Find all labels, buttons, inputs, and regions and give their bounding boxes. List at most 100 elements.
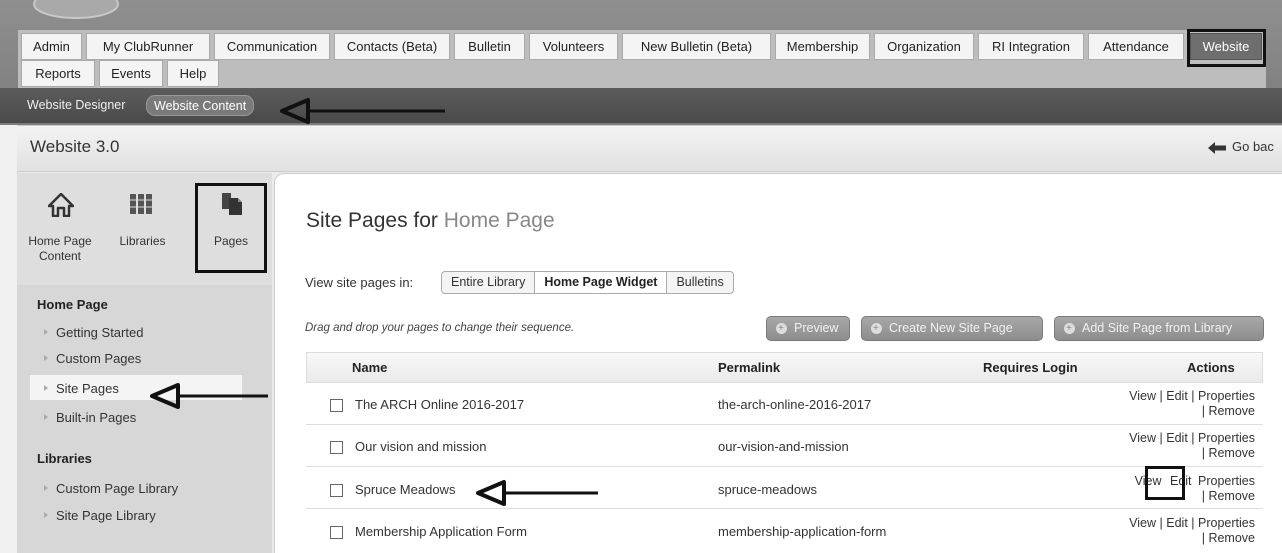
row-permalink: the-arch-online-2016-2017	[718, 397, 872, 412]
sidebar-section-libraries: Libraries	[37, 451, 92, 466]
row-checkbox[interactable]	[330, 526, 343, 539]
sidebar-item-site-pages[interactable]: Site Pages	[44, 381, 119, 396]
tab-my-clubrunner[interactable]: My ClubRunner	[86, 33, 210, 60]
remove-link[interactable]: Remove	[1208, 531, 1255, 545]
row-permalink: our-vision-and-mission	[718, 439, 849, 454]
annotation-arrow-icon	[476, 480, 598, 506]
action-separator: |	[1191, 431, 1195, 445]
triangle-icon	[44, 328, 48, 335]
tab-attendance[interactable]: Attendance	[1088, 33, 1184, 60]
tab-volunteers[interactable]: Volunteers	[529, 33, 618, 60]
view-link[interactable]: View	[1129, 389, 1156, 403]
remove-link[interactable]: Remove	[1208, 446, 1255, 460]
sidebar-item-libraries[interactable]: Libraries	[115, 234, 170, 249]
tab-bulletin[interactable]: Bulletin	[454, 33, 525, 60]
row-name: Our vision and mission	[355, 439, 487, 454]
action-separator: |	[1191, 516, 1195, 530]
view-link[interactable]: View	[1129, 431, 1156, 445]
preview-icon	[776, 317, 787, 340]
column-header-requires-login[interactable]: Requires Login	[983, 360, 1078, 375]
annotation-box-pages	[195, 183, 267, 273]
action-separator: |	[1191, 389, 1195, 403]
remove-link[interactable]: Remove	[1208, 489, 1255, 503]
view-link[interactable]: View	[1129, 516, 1156, 530]
triangle-icon	[44, 484, 48, 491]
page-title-prefix: Site Pages for	[306, 209, 438, 232]
tab-communication[interactable]: Communication	[214, 33, 330, 60]
view-filter-segmented: Entire Library Home Page Widget Bulletin…	[441, 271, 734, 294]
go-back-link[interactable]: Go bac	[1232, 139, 1274, 154]
plus-circle-icon	[871, 317, 882, 340]
tab-reports[interactable]: Reports	[21, 60, 95, 87]
column-header-actions: Actions	[1187, 360, 1235, 375]
annotation-arrow-icon	[280, 98, 445, 124]
tab-new-bulletin-beta[interactable]: New Bulletin (Beta)	[622, 33, 771, 60]
sidebar-section-home-page: Home Page	[37, 297, 108, 312]
properties-link[interactable]: Properties	[1198, 389, 1255, 403]
sidebar-item-home-page-content[interactable]: Home Page Content	[20, 234, 100, 264]
tab-events[interactable]: Events	[99, 60, 163, 87]
row-checkbox[interactable]	[330, 484, 343, 497]
tab-admin[interactable]: Admin	[21, 33, 82, 60]
edit-link[interactable]: Edit	[1166, 516, 1188, 530]
view-site-pages-label: View site pages in:	[305, 275, 414, 290]
triangle-icon	[44, 511, 48, 518]
row-permalink: membership-application-form	[718, 524, 887, 539]
view-option-home-page-widget[interactable]: Home Page Widget	[535, 272, 668, 293]
tab-contacts-beta[interactable]: Contacts (Beta)	[334, 33, 450, 60]
table-header	[306, 352, 1263, 383]
sidebar-item-getting-started[interactable]: Getting Started	[44, 325, 143, 340]
action-separator: |	[1201, 531, 1205, 545]
column-header-name[interactable]: Name	[352, 360, 387, 375]
action-separator: |	[1159, 516, 1163, 530]
edit-link[interactable]: Edit	[1166, 389, 1188, 403]
properties-link[interactable]: Properties	[1198, 516, 1255, 530]
subnav-website-designer[interactable]: Website Designer	[20, 95, 132, 116]
create-new-site-page-button[interactable]: Create New Site Page	[861, 316, 1043, 341]
row-name: Spruce Meadows	[355, 482, 456, 497]
triangle-icon	[44, 354, 48, 361]
back-arrow-icon[interactable]	[1208, 142, 1226, 154]
libraries-icon[interactable]	[129, 193, 153, 215]
column-header-permalink[interactable]: Permalink	[718, 360, 780, 375]
panel-header	[17, 126, 1282, 172]
add-site-page-from-library-button[interactable]: Add Site Page from Library	[1054, 316, 1264, 341]
tab-membership[interactable]: Membership	[775, 33, 870, 60]
row-name: Membership Application Form	[355, 524, 527, 539]
properties-link[interactable]: Properties	[1198, 431, 1255, 445]
row-checkbox[interactable]	[330, 441, 343, 454]
row-name: The ARCH Online 2016-2017	[355, 397, 525, 412]
row-permalink: spruce-meadows	[718, 482, 817, 497]
sidebar-item-custom-pages[interactable]: Custom Pages	[44, 351, 141, 366]
row-actions: View | Edit | Properties | Remove	[1100, 516, 1255, 546]
sidebar-item-site-page-library[interactable]: Site Page Library	[44, 508, 156, 523]
tab-ri-integration[interactable]: RI Integration	[978, 33, 1084, 60]
preview-button[interactable]: Preview	[766, 316, 850, 341]
triangle-icon	[44, 384, 48, 391]
page-title: Site Pages for Home Page	[306, 209, 555, 233]
subnav-website-content[interactable]: Website Content	[146, 95, 255, 116]
club-logo	[33, 0, 119, 19]
panel-title: Website 3.0	[30, 137, 120, 156]
edit-link[interactable]: Edit	[1166, 431, 1188, 445]
annotation-box-website-tab	[1187, 29, 1266, 67]
tab-help[interactable]: Help	[167, 60, 219, 87]
action-separator: |	[1159, 431, 1163, 445]
action-separator: |	[1201, 404, 1205, 418]
plus-circle-icon	[1064, 317, 1075, 340]
action-separator: |	[1201, 489, 1205, 503]
row-actions: View | Edit | Properties | Remove	[1100, 431, 1255, 461]
action-separator: |	[1201, 446, 1205, 460]
sidebar-item-custom-page-library[interactable]: Custom Page Library	[44, 481, 178, 496]
properties-link[interactable]: Properties	[1198, 474, 1255, 488]
row-checkbox[interactable]	[330, 399, 343, 412]
action-separator: |	[1159, 389, 1163, 403]
annotation-arrow-icon	[150, 383, 268, 409]
remove-link[interactable]: Remove	[1208, 404, 1255, 418]
home-icon[interactable]	[48, 193, 74, 217]
view-option-entire-library[interactable]: Entire Library	[442, 272, 536, 293]
sidebar-item-built-in-pages[interactable]: Built-in Pages	[44, 410, 136, 425]
view-option-bulletins[interactable]: Bulletins	[667, 272, 732, 293]
tab-organization[interactable]: Organization	[874, 33, 974, 60]
annotation-box-edit	[1145, 466, 1185, 500]
